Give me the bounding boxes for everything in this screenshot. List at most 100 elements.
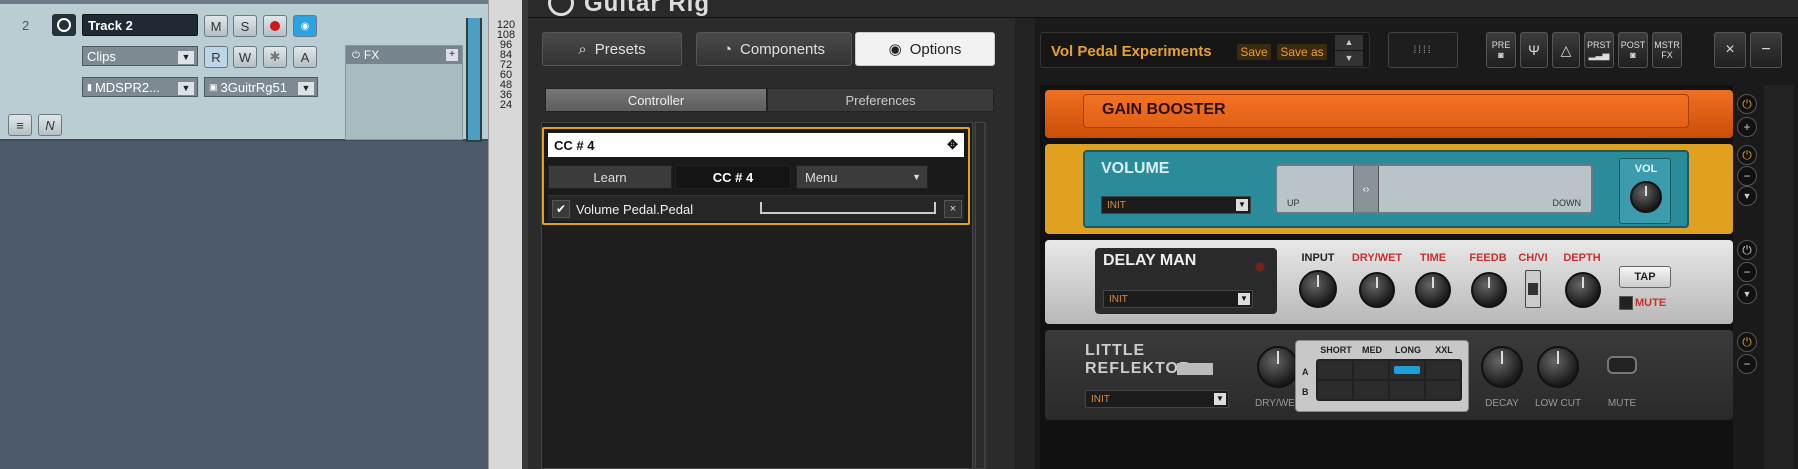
volume-chevron-icon[interactable]: ▼: [1737, 186, 1757, 206]
delay-man-module[interactable]: DELAY MAN INIT ▼ INPUT DRY/WET TIME FEEDB…: [1045, 240, 1733, 324]
pedal-position-handle[interactable]: ‹›: [1353, 166, 1379, 212]
tab-components-label: Components: [740, 40, 826, 58]
automation-button[interactable]: N: [38, 114, 62, 136]
decay-knob[interactable]: [1481, 346, 1523, 388]
solo-button[interactable]: S: [233, 15, 257, 37]
volume-module[interactable]: VOLUME INIT ▼ UP DOWN ‹› VOL: [1045, 144, 1733, 234]
monitor-button[interactable]: ◉: [293, 15, 317, 37]
cell-b-long[interactable]: [1390, 381, 1424, 399]
save-button[interactable]: Save: [1237, 44, 1271, 60]
cell-a-xxl[interactable]: [1426, 361, 1460, 379]
reflektor-power-icon[interactable]: ⏻: [1737, 332, 1757, 352]
learn-button[interactable]: Learn: [548, 165, 672, 189]
vol-knob[interactable]: [1630, 181, 1662, 213]
delay-mute-led[interactable]: [1619, 296, 1633, 310]
tab-components[interactable]: ◔ Components: [696, 32, 852, 66]
rack-scrollbar[interactable]: [1764, 85, 1794, 469]
track-icon[interactable]: [52, 14, 76, 36]
preset-prev-button[interactable]: ▲: [1335, 35, 1363, 50]
post-button[interactable]: POST ◙: [1618, 32, 1648, 68]
delay-preset-select[interactable]: INIT ▼: [1103, 290, 1253, 308]
add-fx-icon[interactable]: +: [446, 49, 458, 61]
time-knob[interactable]: [1415, 272, 1451, 308]
drywet-knob[interactable]: [1359, 272, 1395, 308]
delay-led-icon: [1255, 262, 1265, 272]
depth-knob[interactable]: [1565, 272, 1601, 308]
clips-select[interactable]: Clips ▼: [82, 46, 198, 66]
gain-booster-module[interactable]: GAIN BOOSTER: [1045, 90, 1733, 138]
tab-options[interactable]: ◉ Options: [855, 32, 995, 66]
chvi-label: CH/VI: [1518, 252, 1548, 264]
gain-booster-title-bar: GAIN BOOSTER: [1083, 94, 1689, 128]
tab-controller[interactable]: Controller: [545, 88, 767, 112]
volume-pedal-display[interactable]: UP DOWN ‹›: [1275, 164, 1593, 214]
remove-assignment-button[interactable]: ×: [944, 200, 962, 218]
menu-button[interactable]: Menu ▼: [796, 165, 928, 189]
minus-icon: −: [1761, 41, 1771, 58]
tab-presets[interactable]: ⌕ Presets: [542, 32, 682, 66]
pre-button[interactable]: PRE ◙: [1486, 32, 1516, 68]
auto-button[interactable]: A: [293, 46, 317, 68]
record-arm-button[interactable]: [263, 15, 287, 37]
metronome-button[interactable]: △: [1552, 32, 1580, 68]
close-rack-button[interactable]: ×: [1714, 32, 1746, 68]
delay-chevron-icon[interactable]: ▼: [1737, 284, 1757, 304]
cell-b-xxl[interactable]: [1426, 381, 1460, 399]
controller-assignment-box[interactable]: CC # 4 ✥ Learn CC # 4 Menu ▼ ✔ Volume Peda…: [542, 127, 970, 225]
cell-a-long[interactable]: [1390, 361, 1424, 379]
delay-power-icon[interactable]: ⏻: [1737, 240, 1757, 260]
reflektor-drywet-knob[interactable]: [1257, 346, 1299, 388]
track-name-field[interactable]: Track 2: [82, 14, 198, 36]
volume-power-icon[interactable]: ⏻: [1737, 145, 1757, 165]
freeze-button[interactable]: ✱: [263, 46, 287, 68]
save-as-button[interactable]: Save as: [1277, 44, 1327, 60]
plugin-select[interactable]: ▣ 3GuitrRg51 ▼: [204, 77, 318, 97]
read-button[interactable]: R: [204, 46, 228, 68]
move-icon[interactable]: ✥: [947, 137, 958, 153]
scroll-thumb[interactable]: [975, 122, 985, 469]
tuner-button[interactable]: Ψ: [1520, 32, 1548, 68]
cell-a-short[interactable]: [1318, 361, 1352, 379]
reflektor-mute-button[interactable]: [1607, 356, 1637, 374]
write-button[interactable]: W: [233, 46, 257, 68]
vol-label: VOL: [1634, 163, 1658, 175]
cc-select[interactable]: CC # 4 ✥: [548, 133, 964, 157]
rack-view-button[interactable]: ⁞⁞⁞⁞: [1388, 32, 1458, 68]
reflektor-minus-icon[interactable]: −: [1737, 354, 1757, 374]
assignment-row[interactable]: ✔ Volume Pedal.Pedal ×: [548, 195, 964, 221]
chvi-switch[interactable]: [1525, 270, 1541, 308]
input-select[interactable]: ▮ MDSPR2... ▼: [82, 77, 198, 97]
input-knob[interactable]: [1299, 270, 1337, 308]
gain-power-icon[interactable]: ⏻: [1737, 94, 1757, 114]
feedb-knob[interactable]: [1471, 272, 1507, 308]
reflektor-preset-select[interactable]: INIT ▼: [1085, 390, 1229, 408]
tab-options-label: Options: [909, 40, 962, 58]
preset-name-box[interactable]: Vol Pedal Experiments Save Save as ▲ ▼: [1040, 32, 1370, 68]
fx-header[interactable]: ⏻ FX +: [346, 46, 462, 64]
tab-preferences[interactable]: Preferences: [767, 88, 994, 112]
gain-add-icon[interactable]: +: [1737, 117, 1757, 137]
minimize-rack-button[interactable]: −: [1750, 32, 1782, 68]
master-fx-button[interactable]: MSTR FX: [1652, 32, 1682, 68]
tap-button[interactable]: TAP: [1619, 266, 1671, 288]
cell-b-med[interactable]: [1354, 381, 1388, 399]
lowcut-knob[interactable]: [1537, 346, 1579, 388]
track-panel[interactable]: 2 Track 2 M S ◉ Clips ▼ R W ✱ A ▮ MDSPR2..…: [0, 4, 488, 142]
cell-b-short[interactable]: [1318, 381, 1352, 399]
panel-scrollbar[interactable]: [973, 122, 987, 469]
assignment-checkbox[interactable]: ✔: [552, 200, 570, 218]
preset-next-button[interactable]: ▼: [1335, 51, 1363, 66]
fx-chain-box[interactable]: ⏻ FX +: [345, 45, 463, 140]
delay-minus-icon[interactable]: −: [1737, 262, 1757, 282]
range-slider[interactable]: [760, 202, 936, 214]
menu-label: Menu: [805, 169, 838, 185]
preset-volume-button[interactable]: PRST ▂▃▅: [1584, 32, 1614, 68]
envelope-button[interactable]: ≡: [8, 114, 32, 136]
little-reflektor-module[interactable]: LITTLE REFLEKTOR INIT ▼ DRY/WET SHORT MED…: [1045, 330, 1733, 420]
depth-label: DEPTH: [1563, 252, 1601, 264]
cell-a-med[interactable]: [1354, 361, 1388, 379]
volume-preset-select[interactable]: INIT ▼: [1101, 196, 1251, 214]
selected-indicator: [1394, 366, 1420, 374]
volume-minus-icon[interactable]: −: [1737, 166, 1757, 186]
mute-button[interactable]: M: [204, 15, 228, 37]
